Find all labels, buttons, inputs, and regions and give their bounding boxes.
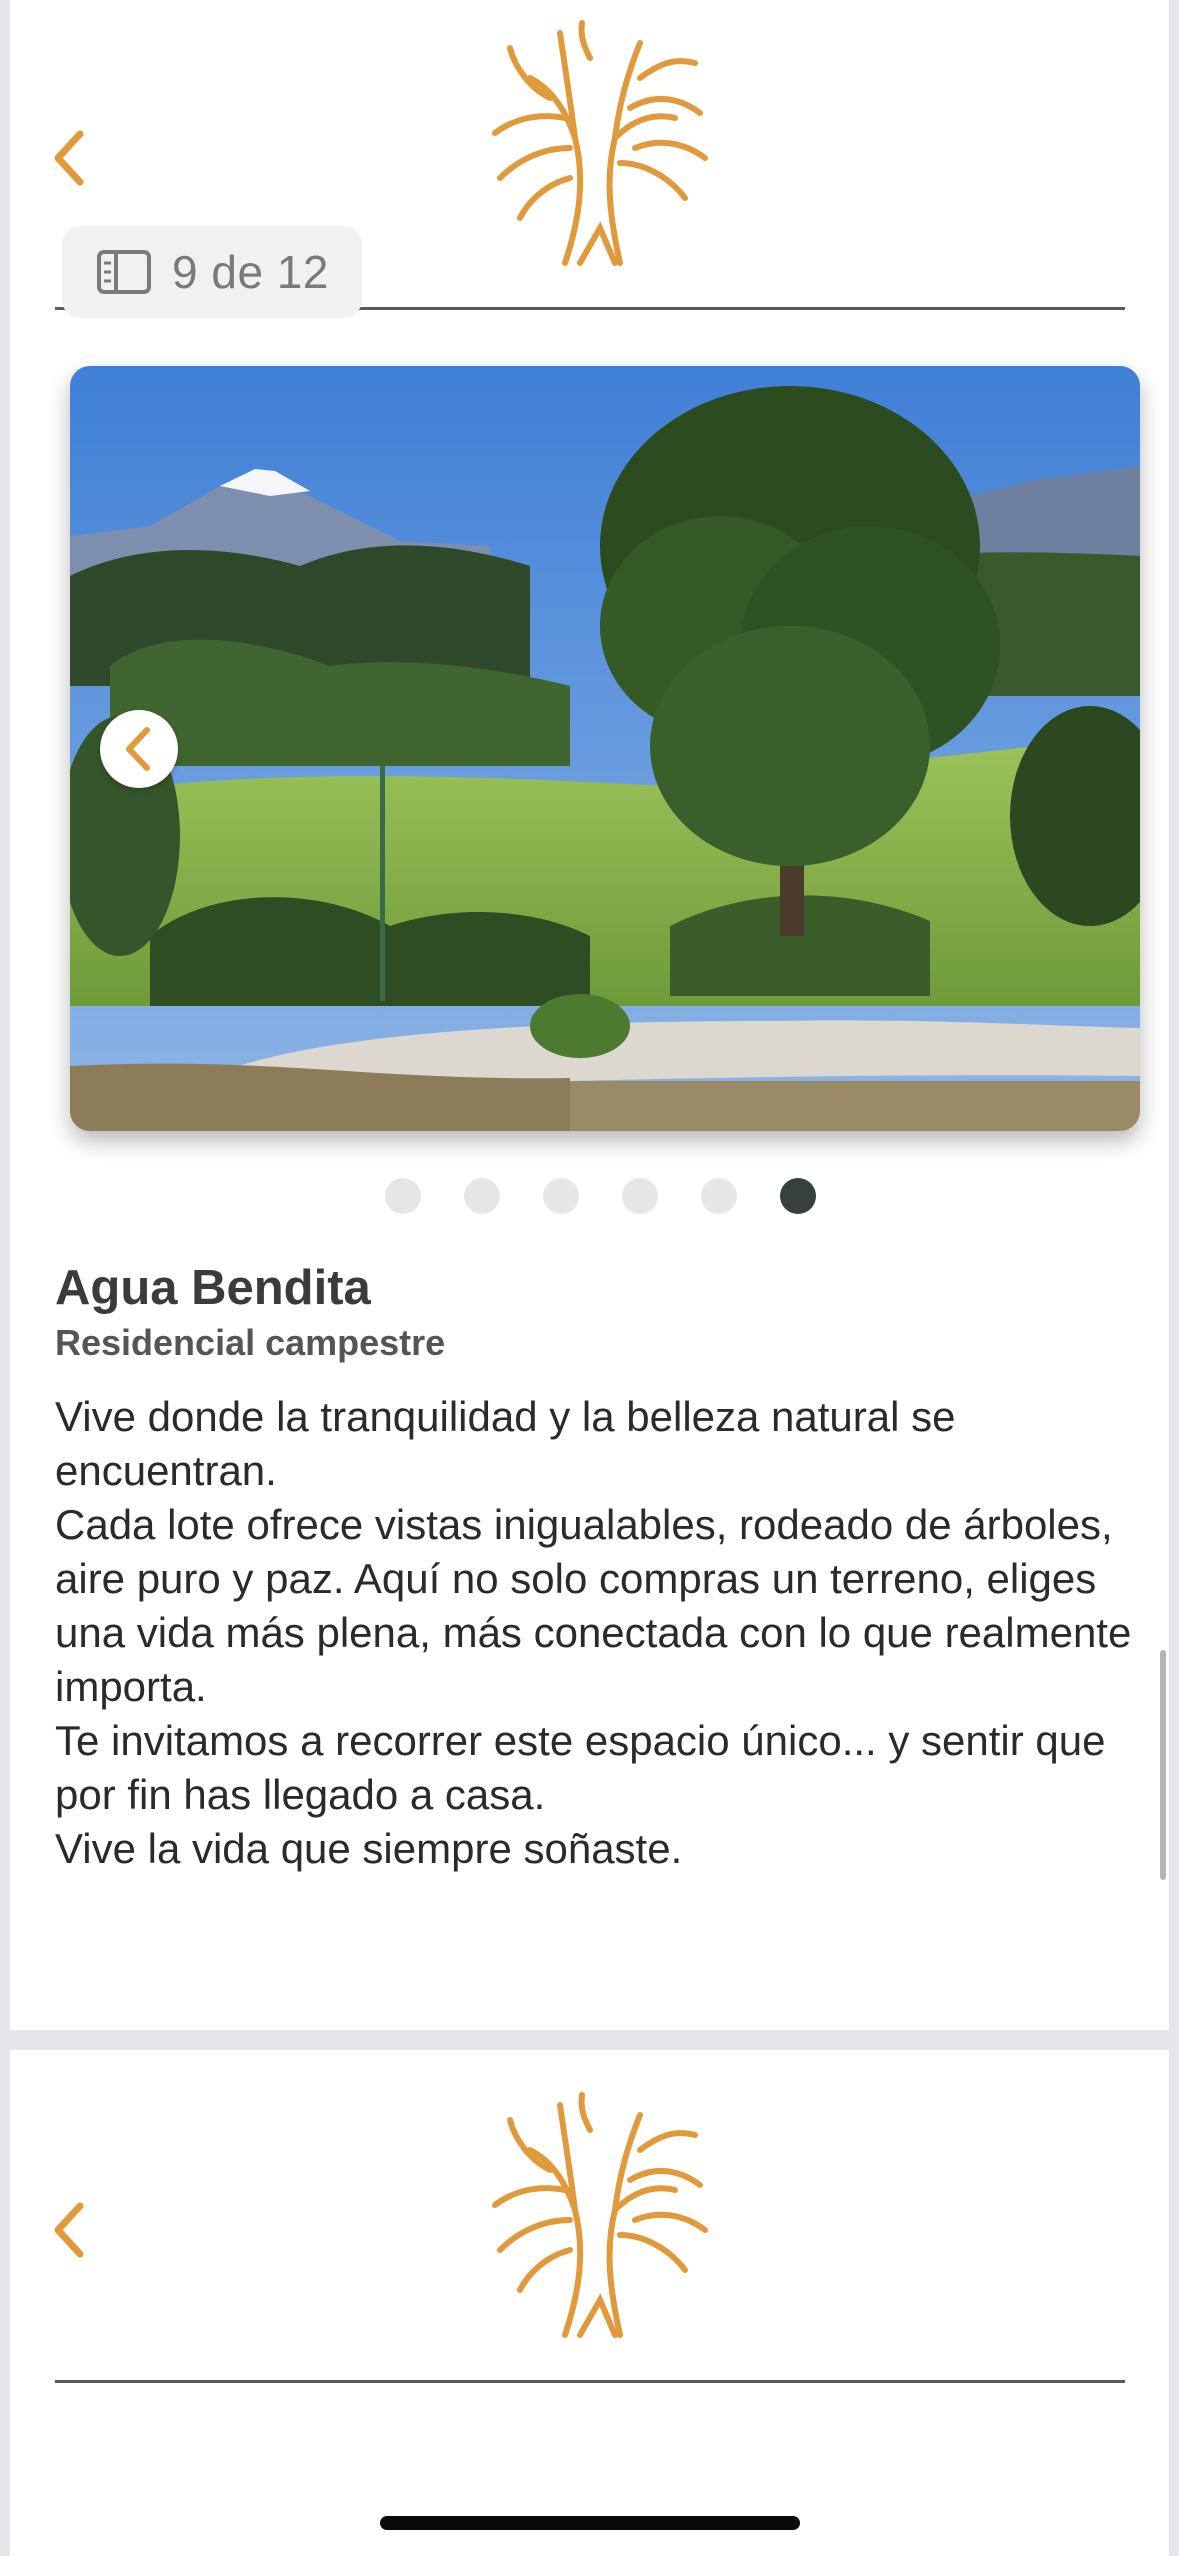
chevron-left-icon — [54, 130, 84, 186]
carousel-dot[interactable] — [464, 1178, 500, 1214]
chevron-left-icon — [126, 727, 150, 771]
scrollbar[interactable] — [1160, 1650, 1166, 1880]
chevron-left-icon — [54, 2202, 84, 2258]
carousel-dot-active[interactable] — [780, 1178, 816, 1214]
carousel-prev-button[interactable] — [100, 710, 178, 788]
back-button[interactable] — [40, 118, 100, 198]
property-title: Agua Bendita — [55, 1261, 371, 1315]
page-counter-label: 9 de 12 — [172, 246, 329, 298]
carousel-dot[interactable] — [701, 1178, 737, 1214]
carousel-dot[interactable] — [385, 1178, 421, 1214]
property-description: Vive donde la tranquilidad y la belleza … — [55, 1393, 1132, 1872]
tree-logo-icon — [492, 2092, 708, 2338]
page-counter[interactable]: 9 de 12 — [62, 226, 362, 318]
header-divider — [55, 2380, 1125, 2383]
next-page — [10, 2050, 1169, 2556]
property-subtitle: Residencial campestre — [55, 1322, 446, 1363]
home-indicator[interactable] — [380, 2516, 800, 2530]
back-button[interactable] — [40, 2190, 100, 2270]
book-pages-icon — [97, 250, 151, 294]
carousel-dot[interactable] — [622, 1178, 658, 1214]
property-page: 9 de 12 Agua Bendita Residencial campest… — [10, 0, 1169, 2030]
carousel-dot[interactable] — [543, 1178, 579, 1214]
landscape-photo — [70, 366, 1140, 1131]
image-carousel[interactable] — [70, 366, 1140, 1131]
carousel-pagination — [385, 1178, 816, 1214]
tree-logo-icon — [492, 20, 708, 266]
